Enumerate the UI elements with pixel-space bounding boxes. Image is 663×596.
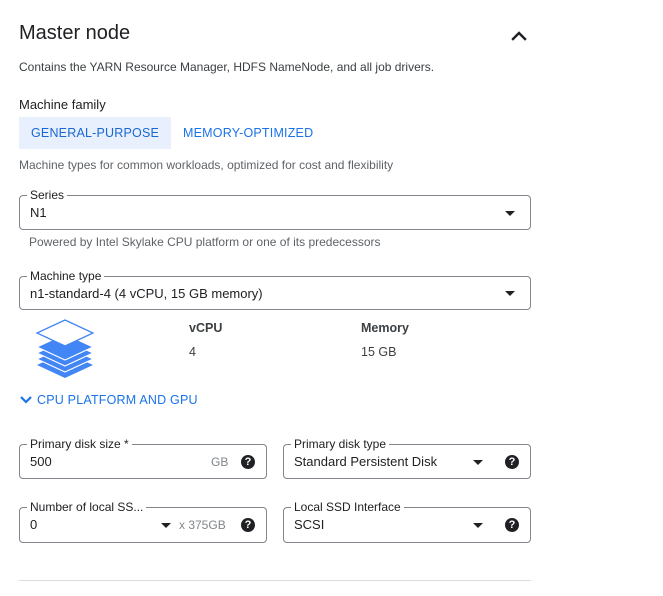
primary-disk-size-field[interactable]: Primary disk size * 500 GB ? bbox=[19, 436, 267, 479]
stacked-layers-icon bbox=[35, 319, 95, 378]
local-ssd-unit: x 375GB bbox=[179, 518, 226, 532]
dropdown-arrow-icon bbox=[473, 460, 483, 465]
chevron-down-icon bbox=[20, 396, 32, 404]
primary-disk-type-label: Primary disk type bbox=[291, 436, 390, 452]
local-ssd-count-value: 0 bbox=[30, 517, 38, 532]
local-ssd-count-label: Number of local SS... bbox=[27, 499, 147, 515]
primary-disk-size-label: Primary disk size * bbox=[27, 436, 132, 452]
machine-type-select[interactable]: Machine type n1-standard-4 (4 vCPU, 15 G… bbox=[19, 268, 531, 310]
machine-type-label: Machine type bbox=[27, 268, 105, 284]
help-icon[interactable]: ? bbox=[241, 455, 255, 469]
dropdown-arrow-icon bbox=[505, 291, 515, 296]
machine-family-hint: Machine types for common workloads, opti… bbox=[19, 158, 394, 172]
local-ssd-count-select[interactable]: Number of local SS... 0 x 375GB ? bbox=[19, 499, 267, 543]
cpu-platform-label: CPU PLATFORM AND GPU bbox=[37, 393, 198, 407]
help-icon[interactable]: ? bbox=[241, 518, 255, 532]
vcpu-value: 4 bbox=[189, 345, 196, 359]
section-title: Master node bbox=[19, 22, 131, 44]
collapse-button[interactable] bbox=[505, 24, 533, 48]
dropdown-arrow-icon bbox=[161, 523, 171, 528]
dropdown-arrow-icon bbox=[505, 211, 515, 216]
machine-family-tabs: GENERAL-PURPOSE MEMORY-OPTIMIZED bbox=[19, 117, 325, 149]
vcpu-label: vCPU bbox=[189, 321, 223, 335]
local-ssd-interface-label: Local SSD Interface bbox=[291, 499, 404, 515]
series-label: Series bbox=[27, 187, 68, 203]
machine-type-value: n1-standard-4 (4 vCPU, 15 GB memory) bbox=[30, 286, 263, 301]
memory-label: Memory bbox=[361, 321, 409, 335]
local-ssd-interface-value: SCSI bbox=[294, 517, 325, 532]
tab-general-purpose[interactable]: GENERAL-PURPOSE bbox=[19, 117, 172, 149]
chevron-up-icon bbox=[511, 31, 527, 41]
memory-value: 15 GB bbox=[361, 345, 397, 359]
help-icon[interactable]: ? bbox=[505, 518, 519, 532]
series-hint: Powered by Intel Skylake CPU platform or… bbox=[29, 235, 381, 249]
dropdown-arrow-icon bbox=[473, 523, 483, 528]
machine-family-label: Machine family bbox=[19, 97, 106, 112]
disk-size-unit: GB bbox=[211, 455, 229, 469]
primary-disk-type-value: Standard Persistent Disk bbox=[294, 454, 438, 469]
cpu-platform-expander[interactable]: CPU PLATFORM AND GPU bbox=[19, 393, 198, 407]
series-value: N1 bbox=[30, 205, 47, 220]
primary-disk-type-select[interactable]: Primary disk type Standard Persistent Di… bbox=[283, 436, 531, 479]
local-ssd-interface-select[interactable]: Local SSD Interface SCSI ? bbox=[283, 499, 531, 543]
divider bbox=[19, 580, 531, 581]
tab-memory-optimized[interactable]: MEMORY-OPTIMIZED bbox=[171, 117, 325, 149]
help-icon[interactable]: ? bbox=[505, 455, 519, 469]
section-description: Contains the YARN Resource Manager, HDFS… bbox=[19, 60, 435, 74]
series-select[interactable]: Series N1 bbox=[19, 187, 531, 230]
primary-disk-size-input[interactable]: 500 bbox=[30, 454, 52, 470]
